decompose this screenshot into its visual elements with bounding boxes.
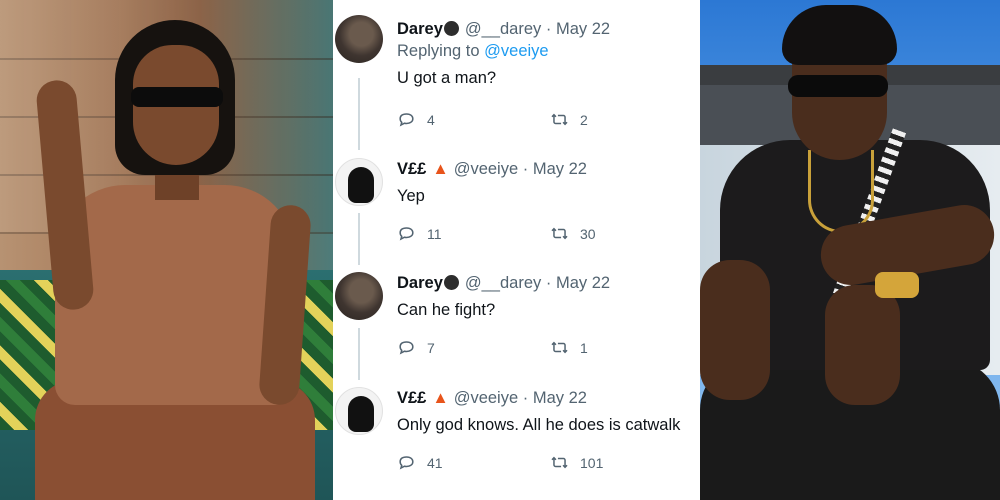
display-name[interactable]: Darey (397, 274, 443, 292)
man-arm (700, 260, 770, 400)
tweet[interactable]: Darey @__darey · May 22 Replying to @veei… (333, 0, 698, 128)
retweet-button[interactable]: 2 (550, 110, 588, 129)
retweet-count: 1 (580, 339, 588, 356)
reply-button[interactable]: 4 (397, 110, 435, 129)
reply-icon (399, 341, 414, 355)
fire-emoji: ▲ (432, 389, 449, 407)
avatar[interactable] (335, 158, 383, 206)
retweet-button[interactable]: 1 (550, 338, 588, 357)
timestamp[interactable]: May 22 (556, 274, 610, 292)
tweet-text: Yep (397, 187, 425, 205)
sticker-emoji (443, 275, 459, 290)
reply-button[interactable]: 41 (397, 453, 443, 472)
tweet-text: U got a man? (397, 69, 497, 87)
display-name[interactable]: V££ (397, 389, 426, 407)
tweet-actions: 4 2 (397, 110, 657, 130)
right-photo (700, 0, 1000, 500)
handle[interactable]: @veeiye (454, 160, 518, 178)
retweet-count: 101 (580, 454, 604, 471)
tweet-thread: Darey @__darey · May 22 Replying to @veei… (333, 0, 698, 500)
retweet-icon (551, 341, 568, 354)
timestamp[interactable]: May 22 (556, 20, 610, 38)
replying-to: Replying to @veeiye (397, 40, 698, 62)
reply-count: 4 (427, 111, 435, 128)
timestamp[interactable]: May 22 (533, 160, 587, 178)
retweet-count: 2 (580, 111, 588, 128)
mention-link[interactable]: @veeiye (484, 42, 548, 60)
reply-button[interactable]: 11 (397, 224, 442, 243)
reply-icon (399, 456, 414, 470)
retweet-icon (551, 227, 568, 240)
retweet-button[interactable]: 30 (550, 224, 596, 243)
separator: · (522, 389, 529, 407)
handle[interactable]: @__darey (465, 20, 541, 38)
tweet-text: Can he fight? (397, 301, 496, 319)
display-name[interactable]: Darey (397, 20, 443, 38)
tweet[interactable]: V££ ▲ @veeiye · May 22 Only god knows. All… (333, 380, 698, 495)
retweet-button[interactable]: 101 (550, 453, 603, 472)
tweet-actions: 7 1 (397, 338, 657, 358)
reply-button[interactable]: 7 (397, 338, 435, 357)
replying-prefix: Replying to (397, 42, 480, 60)
sticker-emoji (443, 21, 459, 36)
tweet-actions: 41 101 (397, 453, 657, 473)
separator: · (522, 160, 529, 178)
tweet-actions: 11 30 (397, 224, 657, 244)
woman-figure (35, 20, 315, 500)
handle[interactable]: @veeiye (454, 389, 518, 407)
reply-icon (399, 113, 414, 127)
avatar[interactable] (335, 15, 383, 63)
tweet[interactable]: Darey @__darey · May 22 Can he fight? 7 1 (333, 265, 698, 380)
reply-count: 7 (427, 339, 435, 356)
retweet-icon (551, 456, 568, 469)
sunglasses (131, 87, 223, 107)
retweet-count: 30 (580, 225, 596, 242)
separator: · (545, 274, 552, 292)
tweet[interactable]: V££ ▲ @veeiye · May 22 Yep 11 30 (333, 150, 698, 265)
watch (875, 272, 919, 298)
tweet-text: Only god knows. All he does is catwalk (397, 416, 681, 434)
separator: · (545, 20, 552, 38)
fire-emoji: ▲ (432, 160, 449, 178)
avatar[interactable] (335, 387, 383, 435)
display-name[interactable]: V££ (397, 160, 426, 178)
reply-count: 11 (427, 225, 442, 242)
man-hair (782, 5, 897, 65)
retweet-icon (551, 113, 568, 126)
handle[interactable]: @__darey (465, 274, 541, 292)
reply-icon (399, 227, 414, 241)
timestamp[interactable]: May 22 (533, 389, 587, 407)
sunglasses (788, 75, 888, 97)
man-hand (825, 285, 900, 405)
gold-chain (808, 150, 874, 233)
reply-count: 41 (427, 454, 443, 471)
avatar[interactable] (335, 272, 383, 320)
left-photo (0, 0, 333, 500)
